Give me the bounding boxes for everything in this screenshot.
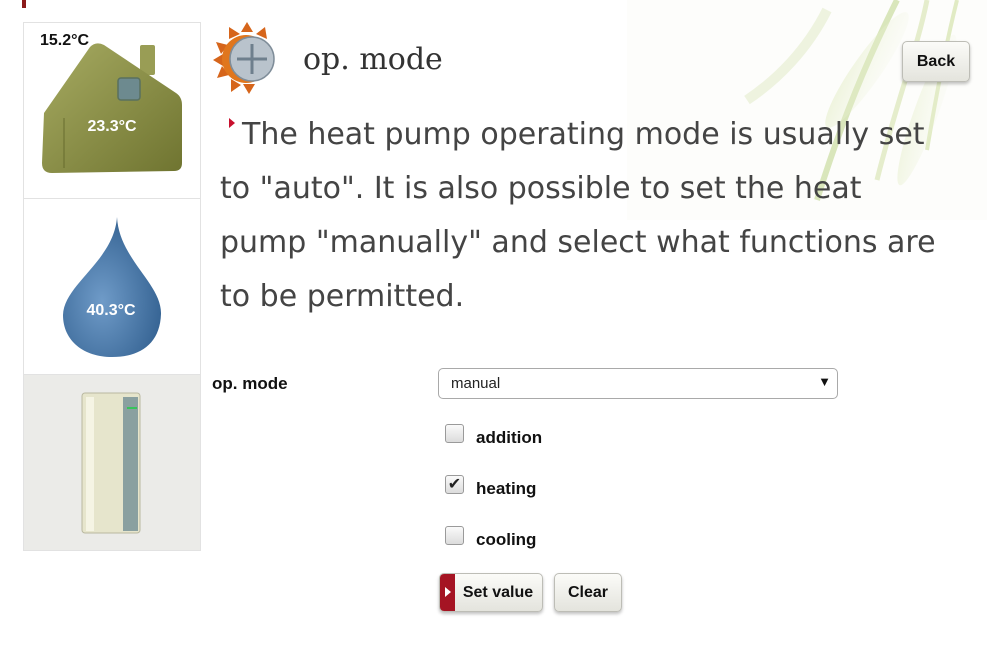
set-value-marker-icon bbox=[440, 574, 455, 611]
indoor-temp: 23.3°C bbox=[87, 118, 137, 135]
heating-checkbox[interactable]: ✔ bbox=[445, 475, 464, 494]
cooling-label: cooling bbox=[476, 530, 537, 549]
clear-button[interactable]: Clear bbox=[554, 573, 622, 612]
dropdown-arrow-icon: ▼ bbox=[818, 374, 831, 389]
sidebar: 15.2°C 23.3°C 40.3°C bbox=[23, 22, 201, 551]
set-value-button[interactable]: Set value bbox=[439, 573, 543, 612]
cooling-checkbox[interactable] bbox=[445, 526, 464, 545]
hot-water-temp: 40.3°C bbox=[86, 302, 136, 319]
op-mode-label: op. mode bbox=[212, 374, 288, 393]
outdoor-temp: 15.2°C bbox=[40, 32, 90, 49]
heat-pump-tile[interactable] bbox=[23, 375, 201, 551]
back-button[interactable]: Back bbox=[902, 41, 970, 82]
heating-label: heating bbox=[476, 479, 537, 498]
heat-pump-unit-icon bbox=[81, 392, 141, 534]
op-mode-sun-icon bbox=[213, 22, 275, 94]
top-accent-mark bbox=[22, 0, 26, 8]
set-value-label: Set value bbox=[462, 584, 534, 601]
water-drop-icon bbox=[63, 217, 162, 357]
op-mode-select[interactable]: manual ▼ bbox=[438, 368, 838, 399]
water-tile[interactable] bbox=[23, 199, 201, 375]
addition-checkbox[interactable] bbox=[445, 424, 464, 443]
description-text: The heat pump operating mode is usually … bbox=[220, 117, 936, 314]
page-title: op. mode bbox=[303, 42, 443, 77]
op-mode-select-value: manual bbox=[451, 375, 501, 392]
house-tile[interactable]: 15.2°C 23.3°C bbox=[23, 22, 201, 199]
addition-label: addition bbox=[476, 428, 543, 447]
